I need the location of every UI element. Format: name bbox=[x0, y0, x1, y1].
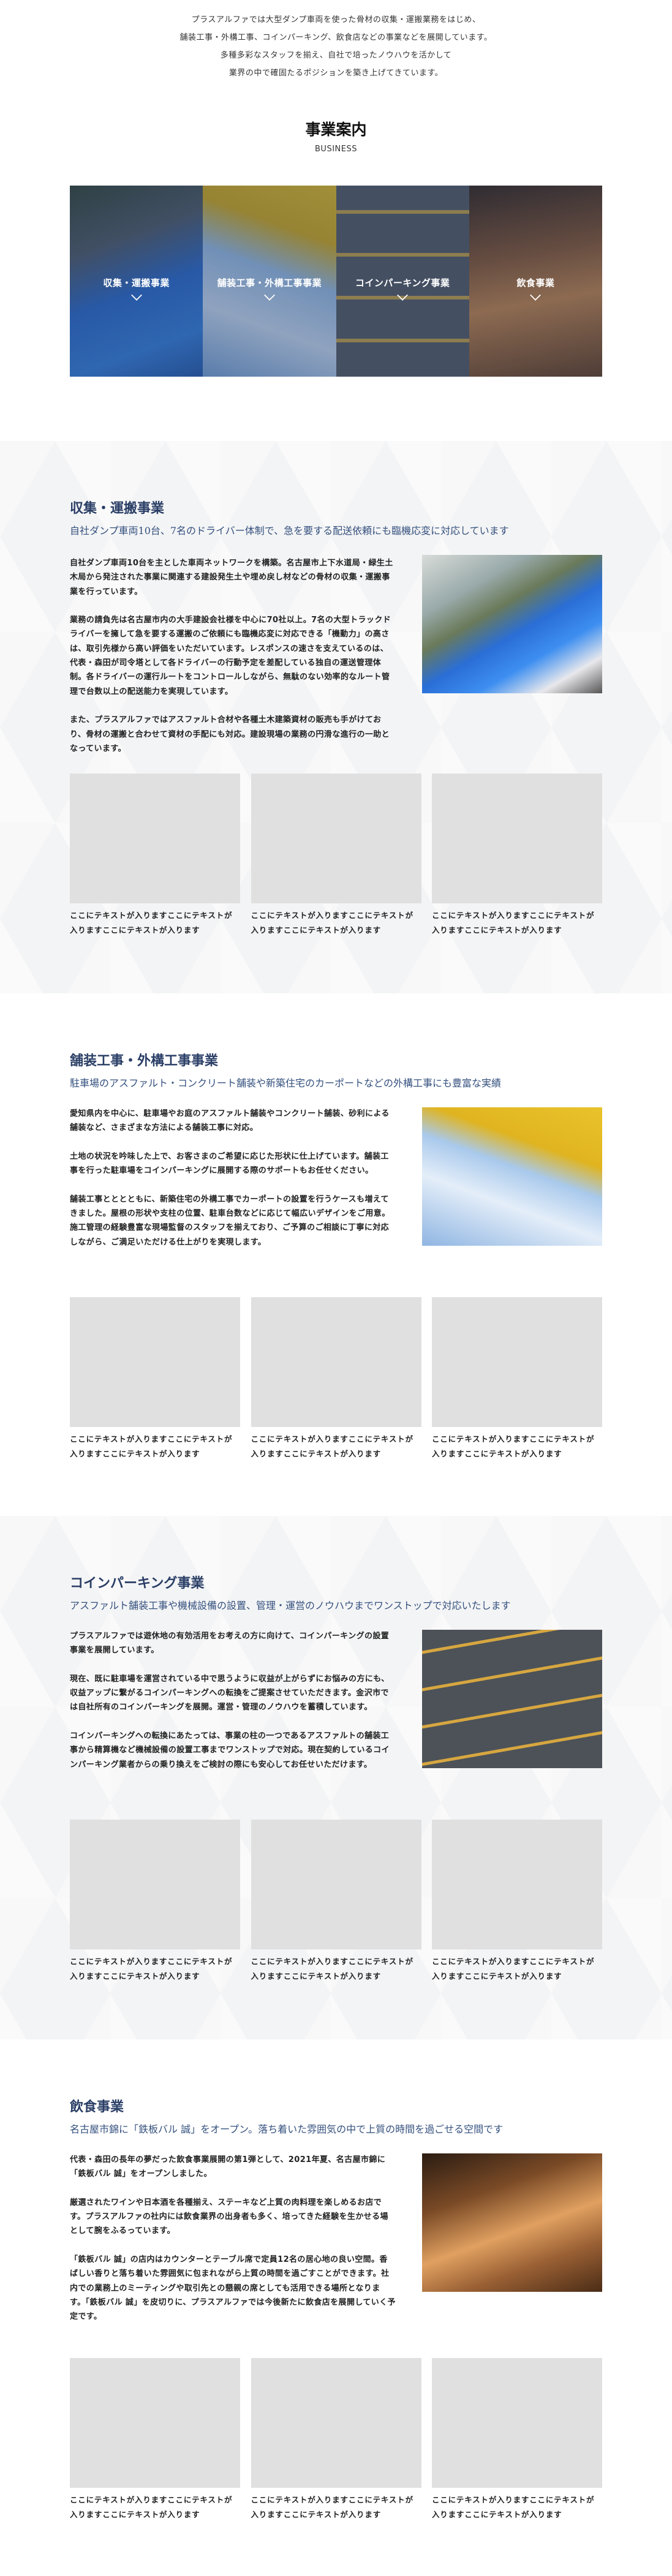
image-placeholder bbox=[432, 1820, 602, 1949]
image-placeholder bbox=[251, 774, 421, 903]
card: ここにテキストが入りますここにテキストが入りますここにテキストが入ります bbox=[432, 1820, 602, 1984]
card-row: ここにテキストが入りますここにテキストが入りますここにテキストが入ります ここに… bbox=[70, 1820, 602, 1984]
intro-line: 多種多彩なスタッフを揃え、自社で培ったノウハウを活かして bbox=[220, 51, 452, 60]
paragraph: 業務の請負先は名古屋市内の大手建設会社様を中心に70社以上。7名の大型トラックド… bbox=[70, 616, 391, 696]
section-body: 愛知県内を中心に、駐車場やお庭のアスファルト舗装やコンクリート舗装、砂利による舗… bbox=[70, 1107, 396, 1264]
restaurant-interior-photo bbox=[422, 2153, 602, 2292]
card-caption: ここにテキストが入りますここにテキストが入りますここにテキストが入ります bbox=[251, 911, 413, 935]
section-paving-exterior: 舗装工事・外構工事事業 駐車場のアスファルト・コンクリート舗装や新築住宅のカーポ… bbox=[0, 993, 672, 1516]
card-caption: ここにテキストが入りますここにテキストが入りますここにテキストが入ります bbox=[432, 1957, 595, 1981]
tile-collection-transport[interactable]: 収集・運搬事業 bbox=[70, 186, 203, 377]
card: ここにテキストが入りますここにテキストが入りますここにテキストが入ります bbox=[251, 1820, 421, 1984]
intro-line: 舗装工事・外構工事、コインパーキング、飲食店などの事業などを展開しています。 bbox=[179, 33, 493, 42]
card-caption: ここにテキストが入りますここにテキストが入りますここにテキストが入ります bbox=[251, 1434, 413, 1458]
card: ここにテキストが入りますここにテキストが入りますここにテキストが入ります bbox=[432, 1297, 602, 1461]
tile-label: 飲食事業 bbox=[516, 277, 555, 288]
image-placeholder bbox=[432, 2358, 602, 2488]
card-row: ここにテキストが入りますここにテキストが入りますここにテキストが入ります ここに… bbox=[70, 1297, 602, 1461]
card: ここにテキストが入りますここにテキストが入りますここにテキストが入ります bbox=[70, 1820, 240, 1984]
card: ここにテキストが入りますここにテキストが入りますここにテキストが入ります bbox=[251, 2358, 421, 2522]
card: ここにテキストが入りますここにテキストが入りますここにテキストが入ります bbox=[432, 774, 602, 938]
card-caption: ここにテキストが入りますここにテキストが入りますここにテキストが入ります bbox=[70, 1957, 233, 1981]
business-tiles: 収集・運搬事業 舗装工事・外構工事事業 コインパーキング事業 飲食事業 bbox=[70, 186, 602, 377]
paragraph: また、プラスアルファではアスファルト合材や各種土木建築資材の販売も手がけており、… bbox=[70, 715, 390, 753]
crane-photo bbox=[422, 1107, 602, 1246]
card-row: ここにテキストが入りますここにテキストが入りますここにテキストが入ります ここに… bbox=[70, 2358, 602, 2522]
paragraph: 土地の状況を吟味した上で、お客さまのご希望に応じた形状に仕上げています。舗装工事… bbox=[70, 1151, 389, 1176]
section-body: プラスアルファでは遊休地の有効活用をお考えの方に向けて、コインパーキングの設置事… bbox=[70, 1629, 396, 1786]
image-placeholder bbox=[70, 774, 240, 903]
chevron-down-icon bbox=[397, 290, 409, 301]
intro-text: プラスアルファでは大型ダンプ車両を使った骨材の収集・運搬業務をはじめ、 舗装工事… bbox=[0, 11, 672, 82]
card: ここにテキストが入りますここにテキストが入りますここにテキストが入ります bbox=[432, 2358, 602, 2522]
section-body: 代表・森田の長年の夢だった飲食事業展開の第1弾として、2021年夏、名古屋市錦に… bbox=[70, 2153, 396, 2338]
card-caption: ここにテキストが入りますここにテキストが入りますここにテキストが入ります bbox=[432, 1434, 595, 1458]
tile-coin-parking[interactable]: コインパーキング事業 bbox=[336, 186, 469, 377]
section-subtitle: 名古屋市錦に「鉄板バル 誠」をオープン。落ち着いた雰囲気の中で上質の時間を過ごせ… bbox=[70, 2123, 504, 2135]
tile-label: コインパーキング事業 bbox=[355, 277, 450, 288]
section-coin-parking: コインパーキング事業 アスファルト舗装工事や機械設備の設置、管理・運営のノウハウ… bbox=[0, 1516, 672, 2039]
paragraph: 自社ダンプ車両10台を主とした車両ネットワークを構築。名古屋市上下水道局・緑生土… bbox=[70, 559, 393, 597]
image-placeholder bbox=[70, 2358, 240, 2488]
section-subtitle: 駐車場のアスファルト・コンクリート舗装や新築住宅のカーポートなどの外構工事にも豊… bbox=[70, 1077, 502, 1089]
parking-lot-photo bbox=[422, 1630, 602, 1768]
card-caption: ここにテキストが入りますここにテキストが入りますここにテキストが入ります bbox=[70, 1434, 233, 1458]
paragraph: 愛知県内を中心に、駐車場やお庭のアスファルト舗装やコンクリート舗装、砂利による舗… bbox=[70, 1109, 390, 1133]
business-title: 事業案内 bbox=[305, 121, 367, 138]
paragraph: 代表・森田の長年の夢だった飲食事業展開の第1弾として、2021年夏、名古屋市錦に… bbox=[70, 2155, 386, 2179]
driver-photo bbox=[422, 555, 602, 693]
chevron-down-icon bbox=[263, 290, 275, 301]
chevron-down-icon bbox=[130, 290, 142, 301]
card-caption: ここにテキストが入りますここにテキストが入りますここにテキストが入ります bbox=[432, 2495, 595, 2519]
tile-label: 収集・運搬事業 bbox=[103, 277, 170, 288]
card: ここにテキストが入りますここにテキストが入りますここにテキストが入ります bbox=[70, 1297, 240, 1461]
intro-line: 業界の中で確固たるポジションを築き上げてきています。 bbox=[228, 69, 444, 78]
image-placeholder bbox=[70, 1297, 240, 1427]
card-caption: ここにテキストが入りますここにテキストが入りますここにテキストが入ります bbox=[70, 2495, 233, 2519]
image-placeholder bbox=[251, 2358, 421, 2488]
section-title: 飲食事業 bbox=[70, 2099, 124, 2115]
paragraph: コインパーキングへの転換にあたっては、事業の柱の一つであるアスファルトの舗装工事… bbox=[70, 1731, 390, 1769]
card-caption: ここにテキストが入りますここにテキストが入りますここにテキストが入ります bbox=[432, 911, 595, 935]
paragraph: 舗装工事とととともに、新築住宅の外構工事でカーポートの設置を行うケースも増えてき… bbox=[70, 1194, 390, 1247]
section-restaurant: 飲食事業 名古屋市錦に「鉄板バル 誠」をオープン。落ち着いた雰囲気の中で上質の時… bbox=[0, 2039, 672, 2576]
image-placeholder bbox=[432, 1297, 602, 1427]
image-placeholder bbox=[251, 1820, 421, 1949]
tile-restaurant[interactable]: 飲食事業 bbox=[469, 186, 602, 377]
paragraph: 「鉄板バル 誠」の店内はカウンターとテーブル席で定員12名の居心地の良い空間。香… bbox=[70, 2255, 396, 2322]
section-title: 収集・運搬事業 bbox=[70, 500, 165, 516]
card-caption: ここにテキストが入りますここにテキストが入りますここにテキストが入ります bbox=[70, 911, 233, 935]
paragraph: 厳選されたワインや日本酒を各種揃え、ステーキなど上質の肉料理を楽しめるお店です。… bbox=[70, 2198, 388, 2236]
image-placeholder bbox=[70, 1820, 240, 1949]
section-body: 自社ダンプ車両10台を主とした車両ネットワークを構築。名古屋市上下水道局・緑生土… bbox=[70, 556, 396, 770]
image-placeholder bbox=[432, 774, 602, 903]
chevron-down-icon bbox=[530, 290, 542, 301]
card-caption: ここにテキストが入りますここにテキストが入りますここにテキストが入ります bbox=[251, 2495, 413, 2519]
card-row: ここにテキストが入りますここにテキストが入りますここにテキストが入ります ここに… bbox=[70, 774, 602, 938]
card-caption: ここにテキストが入りますここにテキストが入りますここにテキストが入ります bbox=[251, 1957, 413, 1981]
section-subtitle: 自社ダンプ車両10台、7名のドライバー体制で、急を要する配送依頼にも臨機応変に対… bbox=[70, 525, 509, 537]
section-collection-transport: 収集・運搬事業 自社ダンプ車両10台、7名のドライバー体制で、急を要する配送依頼… bbox=[0, 441, 672, 993]
tile-paving-exterior[interactable]: 舗装工事・外構工事事業 bbox=[203, 186, 336, 377]
image-placeholder bbox=[251, 1297, 421, 1427]
tile-label: 舗装工事・外構工事事業 bbox=[217, 277, 322, 288]
paragraph: プラスアルファでは遊休地の有効活用をお考えの方に向けて、コインパーキングの設置事… bbox=[70, 1632, 390, 1655]
paragraph: 現在、既に駐車場を運営されている中で思うように収益が上がらずにお悩みの方にも、収… bbox=[70, 1674, 390, 1712]
intro-line: プラスアルファでは大型ダンプ車両を使った骨材の収集・運搬業務をはじめ、 bbox=[191, 15, 481, 24]
card: ここにテキストが入りますここにテキストが入りますここにテキストが入ります bbox=[251, 1297, 421, 1461]
section-subtitle: アスファルト舗装工事や機械設備の設置、管理・運営のノウハウまでワンストップで対応… bbox=[70, 1600, 511, 1611]
card: ここにテキストが入りますここにテキストが入りますここにテキストが入ります bbox=[251, 774, 421, 938]
section-title: 舗装工事・外構工事事業 bbox=[70, 1053, 219, 1069]
card: ここにテキストが入りますここにテキストが入りますここにテキストが入ります bbox=[70, 774, 240, 938]
section-title: コインパーキング事業 bbox=[70, 1575, 205, 1591]
business-subtitle: BUSINESS bbox=[315, 145, 357, 154]
card: ここにテキストが入りますここにテキストが入りますここにテキストが入ります bbox=[70, 2358, 240, 2522]
